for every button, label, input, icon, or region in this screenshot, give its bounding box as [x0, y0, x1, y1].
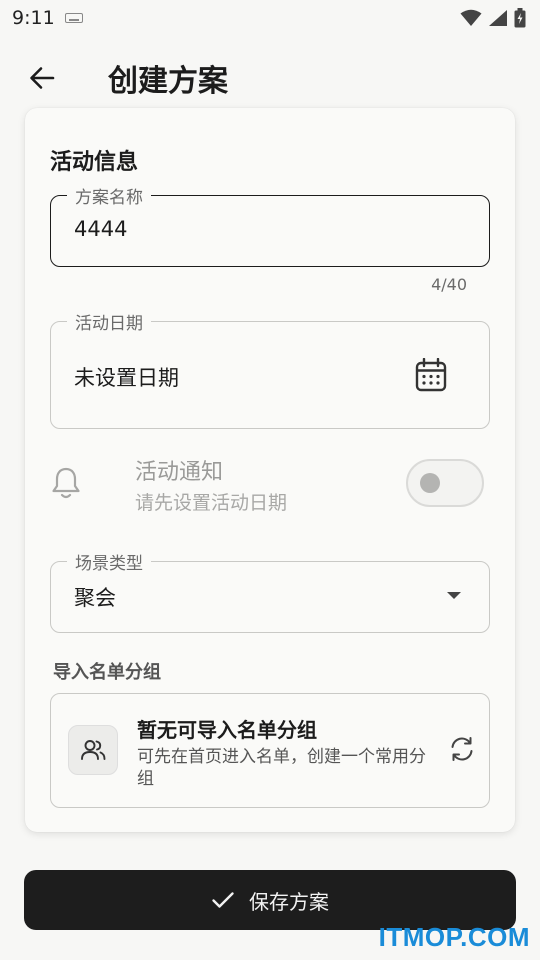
import-group-label: 导入名单分组 [53, 662, 161, 683]
plan-name-field[interactable]: 方案名称 4444 [50, 183, 490, 267]
activity-date-value: 未设置日期 [74, 366, 179, 390]
toggle-knob [420, 473, 440, 493]
status-bar: 9:11 [0, 0, 540, 36]
plan-name-input[interactable]: 4444 [74, 217, 127, 241]
group-icon-box [68, 725, 118, 775]
save-plan-label: 保存方案 [249, 889, 329, 914]
activity-info-card: 活动信息 方案名称 4444 4/40 活动日期 未设置日期 活动通知 请先设置… [25, 108, 515, 832]
scene-type-select[interactable]: 场景类型 聚会 [50, 549, 490, 633]
keyboard-icon [64, 13, 83, 23]
status-time: 9:11 [12, 7, 55, 29]
section-title: 活动信息 [50, 150, 139, 175]
import-empty-title: 暂无可导入名单分组 [137, 718, 317, 742]
notification-title: 活动通知 [135, 460, 224, 485]
dropdown-arrow-icon [447, 592, 461, 599]
status-icons [460, 8, 526, 28]
arrow-left-icon [30, 67, 55, 89]
wifi-icon [460, 9, 482, 26]
activity-date-label: 活动日期 [67, 309, 151, 334]
users-icon [81, 740, 106, 760]
check-icon [212, 892, 234, 908]
save-plan-button[interactable]: 保存方案 [24, 870, 516, 930]
refresh-icon[interactable] [449, 736, 475, 762]
back-button[interactable] [26, 62, 58, 94]
page-title: 创建方案 [108, 64, 228, 99]
import-group-box: 暂无可导入名单分组 可先在首页进入名单，创建一个常用分组 [50, 693, 490, 808]
signal-icon [489, 10, 507, 26]
activity-date-field[interactable]: 活动日期 未设置日期 [50, 309, 490, 429]
char-counter: 4/40 [431, 275, 467, 294]
scene-type-value: 聚会 [74, 586, 116, 610]
plan-name-label: 方案名称 [67, 183, 151, 208]
notification-toggle[interactable] [406, 459, 484, 507]
scene-type-label: 场景类型 [67, 549, 151, 574]
import-empty-desc: 可先在首页进入名单，创建一个常用分组 [137, 747, 426, 789]
battery-icon [514, 8, 526, 28]
calendar-icon[interactable] [415, 358, 447, 392]
bell-icon [52, 467, 80, 499]
activity-notification-row: 活动通知 请先设置活动日期 [50, 448, 490, 518]
watermark-text: ITMOP.COM [378, 922, 530, 952]
notification-subtitle: 请先设置活动日期 [135, 492, 288, 514]
